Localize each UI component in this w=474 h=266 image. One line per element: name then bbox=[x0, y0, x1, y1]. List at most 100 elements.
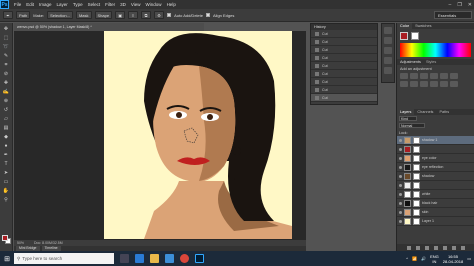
adjustment-layer-icon[interactable] bbox=[434, 245, 438, 250]
close-icon[interactable]: ✕ bbox=[468, 2, 472, 8]
move-tool-icon[interactable]: ✥ bbox=[2, 25, 11, 32]
history-item[interactable]: Cut bbox=[311, 78, 377, 86]
tab-styles[interactable]: Styles bbox=[426, 60, 436, 64]
hue-saturation-icon[interactable] bbox=[450, 73, 458, 79]
visibility-eye-icon[interactable] bbox=[399, 201, 402, 205]
hand-tool-icon[interactable]: ✋ bbox=[2, 187, 11, 194]
mask-button[interactable]: Mask bbox=[75, 11, 92, 19]
blur-tool-icon[interactable]: ◆ bbox=[2, 133, 11, 140]
document-tab[interactable]: wenvo.psd @ 50% (shadow 1, Layer Mask/8)… bbox=[14, 23, 204, 31]
path-arrangement-button[interactable]: ⧉ bbox=[141, 11, 152, 19]
crop-tool-icon[interactable]: ⌗ bbox=[2, 61, 11, 68]
vibrance-icon[interactable] bbox=[440, 73, 448, 79]
healing-brush-tool-icon[interactable]: ✚ bbox=[2, 79, 11, 86]
menu-image[interactable]: Image bbox=[39, 2, 52, 7]
dodge-tool-icon[interactable]: ● bbox=[2, 142, 11, 149]
workspace-select[interactable]: Essentials bbox=[434, 11, 472, 19]
layer-row[interactable] bbox=[397, 181, 474, 190]
foreground-color-swatch[interactable] bbox=[2, 235, 8, 241]
gradient-tool-icon[interactable]: ▤ bbox=[2, 124, 11, 131]
windows-start-icon[interactable]: ⊞ bbox=[0, 251, 14, 266]
menu-file[interactable]: File bbox=[14, 2, 21, 7]
new-group-icon[interactable] bbox=[443, 245, 447, 250]
path-alignment-button[interactable]: ≡ bbox=[128, 11, 139, 19]
brush-tool-icon[interactable]: ✍ bbox=[2, 88, 11, 95]
layer-row[interactable] bbox=[397, 145, 474, 154]
store-icon[interactable] bbox=[165, 254, 174, 263]
clock[interactable]: 16:55 28-04-2018 bbox=[443, 254, 463, 264]
color-spectrum[interactable] bbox=[400, 43, 471, 57]
black-white-icon[interactable] bbox=[410, 81, 418, 87]
auto-add-delete-checkbox[interactable] bbox=[167, 13, 172, 17]
zoom-level[interactable]: 50% bbox=[17, 241, 24, 245]
file-explorer-icon[interactable] bbox=[150, 254, 159, 263]
tab-adjustments[interactable]: Adjustments bbox=[400, 60, 421, 64]
tab-swatches[interactable]: Swatches bbox=[412, 23, 434, 29]
properties-panel-icon[interactable] bbox=[384, 37, 392, 44]
selection-button[interactable]: Selection... bbox=[47, 11, 73, 19]
layer-row[interactable]: white bbox=[397, 190, 474, 199]
tab-layers[interactable]: Layers bbox=[397, 109, 415, 115]
layer-row[interactable]: eye color bbox=[397, 154, 474, 163]
shape-button[interactable]: Shape bbox=[94, 11, 113, 19]
visibility-eye-icon[interactable] bbox=[399, 183, 402, 187]
history-item[interactable]: Cut bbox=[311, 46, 377, 54]
layer-mask-thumbnail[interactable] bbox=[413, 190, 420, 198]
layer-mask-thumbnail[interactable] bbox=[413, 172, 420, 180]
layer-mask-thumbnail[interactable] bbox=[413, 163, 420, 171]
layer-row[interactable]: Layer 1 bbox=[397, 217, 474, 226]
taskbar-search-box[interactable]: ⚲ Type here to search bbox=[14, 253, 114, 264]
visibility-eye-icon[interactable] bbox=[399, 174, 402, 178]
history-item[interactable]: Cut bbox=[311, 70, 377, 78]
layer-mask-thumbnail[interactable] bbox=[413, 154, 420, 162]
shape-tool-icon[interactable]: ▭ bbox=[2, 178, 11, 185]
photo-filter-icon[interactable] bbox=[420, 81, 428, 87]
tab-channels[interactable]: Channels bbox=[414, 109, 436, 115]
menu-window[interactable]: Window bbox=[146, 2, 162, 7]
volume-icon[interactable]: 🔊 bbox=[421, 256, 426, 261]
layer-filter-kind[interactable]: Kind bbox=[399, 116, 417, 121]
path-selection-tool-icon[interactable]: ➤ bbox=[2, 169, 11, 176]
new-layer-icon[interactable] bbox=[452, 245, 456, 250]
chrome-icon[interactable] bbox=[180, 254, 189, 263]
layer-mask-thumbnail[interactable] bbox=[413, 217, 420, 225]
layer-row[interactable]: black hair bbox=[397, 199, 474, 208]
layer-style-icon[interactable] bbox=[416, 245, 420, 250]
layer-mask-thumbnail[interactable] bbox=[413, 136, 420, 144]
character-panel-icon[interactable] bbox=[384, 57, 392, 64]
tab-color[interactable]: Color bbox=[397, 23, 413, 29]
layer-row[interactable]: shadow 1 bbox=[397, 136, 474, 145]
menu-help[interactable]: Help bbox=[167, 2, 176, 7]
pen-tool-icon[interactable]: ✒ bbox=[2, 151, 11, 158]
color-balance-icon[interactable] bbox=[400, 81, 408, 87]
color-lookup-icon[interactable] bbox=[440, 81, 448, 87]
layer-mask-thumbnail[interactable] bbox=[413, 181, 420, 189]
visibility-eye-icon[interactable] bbox=[399, 219, 402, 223]
menu-3d[interactable]: 3D bbox=[120, 2, 126, 7]
layer-row[interactable]: eye reflection bbox=[397, 163, 474, 172]
network-icon[interactable]: 📶 bbox=[412, 256, 417, 261]
minimize-icon[interactable]: – bbox=[449, 2, 452, 8]
task-view-icon[interactable] bbox=[120, 254, 129, 263]
pen-tool-preset-button[interactable]: ✒ bbox=[3, 11, 13, 19]
history-item[interactable]: Cut bbox=[311, 30, 377, 38]
paragraph-panel-icon[interactable] bbox=[384, 67, 392, 74]
tray-chevron-icon[interactable]: ^ bbox=[406, 256, 408, 261]
visibility-eye-icon[interactable] bbox=[399, 210, 402, 214]
restore-icon[interactable]: ❐ bbox=[457, 2, 461, 8]
tab-paths[interactable]: Paths bbox=[436, 109, 452, 115]
lasso-tool-icon[interactable]: ➰ bbox=[2, 43, 11, 50]
visibility-eye-icon[interactable] bbox=[399, 165, 402, 169]
marquee-tool-icon[interactable]: ⬚ bbox=[2, 34, 11, 41]
visibility-eye-icon[interactable] bbox=[399, 147, 402, 151]
artwork-canvas[interactable] bbox=[104, 31, 292, 239]
menu-select[interactable]: Select bbox=[88, 2, 101, 7]
channel-mixer-icon[interactable] bbox=[430, 81, 438, 87]
menu-layer[interactable]: Layer bbox=[57, 2, 68, 7]
history-item[interactable]: Cut bbox=[311, 54, 377, 62]
clone-stamp-tool-icon[interactable]: ⊕ bbox=[2, 97, 11, 104]
path-mode-select[interactable]: Path bbox=[16, 11, 31, 19]
panel-foreground-swatch[interactable] bbox=[400, 32, 408, 40]
brightness-contrast-icon[interactable] bbox=[400, 73, 408, 79]
layer-mask-thumbnail[interactable] bbox=[413, 208, 420, 216]
